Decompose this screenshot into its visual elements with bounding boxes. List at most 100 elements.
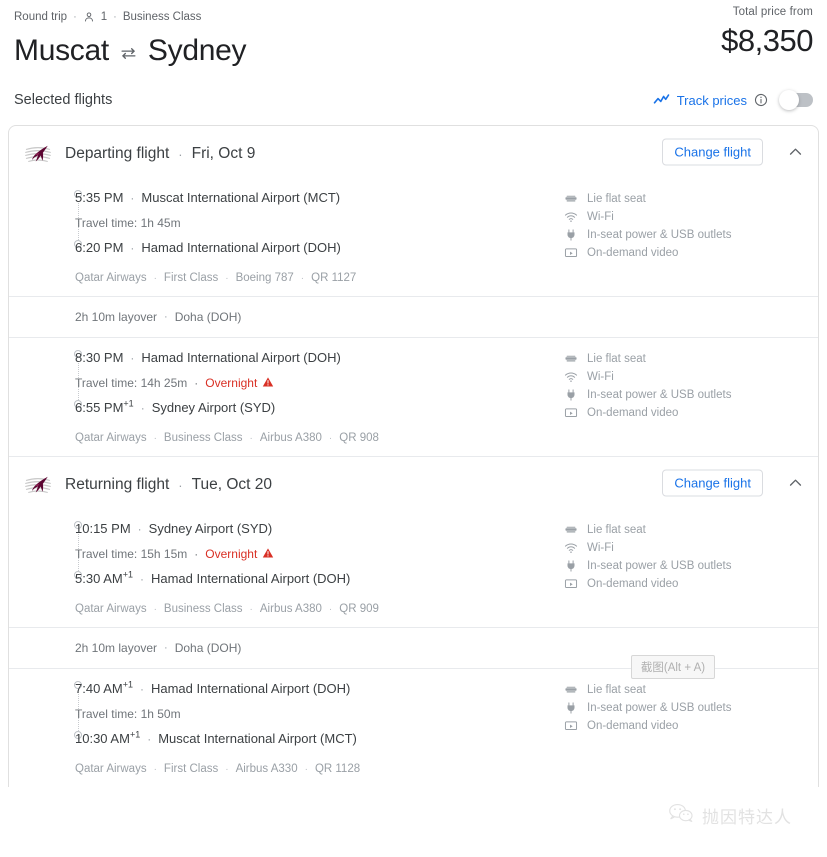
amenity-item: Lie flat seat <box>564 190 804 208</box>
next-day-indicator: +1 <box>129 729 141 740</box>
chevron-up-icon[interactable] <box>787 475 804 492</box>
leg-endpoint-row: 5:30 AM+1 · Hamad International Airport (D… <box>75 567 564 591</box>
amenity-item: In-seat power & USB outlets <box>564 386 804 404</box>
travel-time-label: Travel time: 1h 50m <box>75 707 181 721</box>
arrival-airport: Hamad International Airport (DOH) <box>150 571 351 586</box>
lie-flat-seat-icon <box>564 192 578 206</box>
arrival-time: 6:20 PM <box>75 240 124 255</box>
amenities-list: Lie flat seat Wi-Fi In-seat power & USB ou… <box>564 346 804 444</box>
flight-leg: 10:15 PM · Sydney Airport (SYD) Travel time… <box>9 509 818 627</box>
leg-details: 10:15 PM · Sydney Airport (SYD) Travel time… <box>23 517 564 615</box>
total-price-block: Total price from $8,350 <box>721 6 813 61</box>
returning-flight-section: Returning flight · Tue, Oct 20 Change fligh… <box>9 456 818 787</box>
qatar-airways-logo <box>23 139 53 169</box>
airline-name: Qatar Airways <box>75 272 147 284</box>
separator: · <box>194 376 199 390</box>
watermark: 抛因特达人 <box>668 802 792 829</box>
track-prices-toggle[interactable] <box>779 90 813 110</box>
lie-flat-seat-icon <box>564 523 578 537</box>
travel-time-row: Travel time: 15h 15m · Overnight <box>75 541 564 567</box>
trip-type-label: Round trip <box>14 11 68 23</box>
cabin-class: Business Class <box>163 432 243 444</box>
departure-time: 10:15 PM <box>75 521 131 536</box>
layover-duration: 2h 10m layover <box>75 641 158 655</box>
separator: · <box>113 11 117 23</box>
track-prices-control[interactable]: Track prices <box>653 90 813 110</box>
route-title: Muscat Sydney <box>14 31 813 71</box>
flight-meta-row: Qatar Airways · Business Class · Airbus A380… <box>75 432 564 444</box>
video-screen-icon <box>564 246 578 260</box>
info-circle-icon[interactable] <box>754 93 768 107</box>
amenity-label: In-seat power & USB outlets <box>587 229 732 241</box>
departure-airport: Sydney Airport (SYD) <box>148 521 273 536</box>
flight-leg: 5:35 PM · Muscat International Airport (MC… <box>9 178 818 296</box>
arrival-airport: Hamad International Airport (DOH) <box>141 240 341 255</box>
cabin-class: First Class <box>163 272 219 284</box>
departure-time: 5:35 PM <box>75 190 124 205</box>
aircraft-type: Boeing 787 <box>235 272 294 284</box>
destination-city: Sydney <box>147 34 247 67</box>
amenity-label: Lie flat seat <box>587 193 646 205</box>
track-prices-label[interactable]: Track prices <box>677 93 747 108</box>
overnight-label: Overnight <box>205 547 258 561</box>
airline-name: Qatar Airways <box>75 763 147 775</box>
chevron-up-icon[interactable] <box>787 144 804 161</box>
selected-flights-label: Selected flights <box>14 92 113 108</box>
departure-time: 7:40 AM+1 <box>75 679 133 696</box>
section-header: Departing flight · Fri, Oct 9 Change flight <box>9 126 818 178</box>
departure-time: 8:30 PM <box>75 350 124 365</box>
departure-airport: Hamad International Airport (DOH) <box>141 350 341 365</box>
cabin-class: Business Class <box>163 603 243 615</box>
flight-number: QR 1128 <box>314 763 361 775</box>
leg-endpoint-row: 10:15 PM · Sydney Airport (SYD) <box>75 517 564 541</box>
amenity-item: Wi-Fi <box>564 208 804 226</box>
amenity-item: On-demand video <box>564 404 804 422</box>
passenger-count: 1 <box>100 11 108 23</box>
amenity-item: On-demand video <box>564 575 804 593</box>
flight-direction-label: Returning flight <box>65 476 170 493</box>
separator: · <box>153 272 157 284</box>
amenity-label: Lie flat seat <box>587 353 646 365</box>
separator: · <box>130 191 135 205</box>
lie-flat-seat-icon <box>564 352 578 366</box>
change-flight-button[interactable]: Change flight <box>662 469 763 497</box>
separator: · <box>147 732 152 746</box>
amenity-label: In-seat power & USB outlets <box>587 389 732 401</box>
flight-leg: 7:40 AM+1 · Hamad International Airport (D… <box>9 669 818 787</box>
price-label: Total price from <box>732 6 813 18</box>
separator: · <box>300 272 305 284</box>
amenities-list: Lie flat seat Wi-Fi In-seat power & USB ou… <box>564 517 804 615</box>
separator: · <box>178 146 183 162</box>
amenity-label: On-demand video <box>587 407 679 419</box>
separator: · <box>328 603 333 615</box>
overnight-warning: Overnight <box>205 547 274 562</box>
amenity-label: In-seat power & USB outlets <box>587 702 732 714</box>
flight-date-label: Fri, Oct 9 <box>191 145 256 162</box>
arrival-time: 5:30 AM+1 <box>75 569 133 586</box>
section-title: Returning flight · Tue, Oct 20 <box>65 476 272 494</box>
airline-name: Qatar Airways <box>75 432 147 444</box>
amenity-label: On-demand video <box>587 247 679 259</box>
person-icon <box>83 11 95 23</box>
leg-endpoint-row: 8:30 PM · Hamad International Airport (DOH… <box>75 346 564 370</box>
leg-endpoint-row: 7:40 AM+1 · Hamad International Airport (D… <box>75 677 564 701</box>
flight-date-label: Tue, Oct 20 <box>191 476 273 493</box>
separator: · <box>225 763 229 775</box>
trip-summary: Round trip · 1 · Business Class <box>14 8 813 26</box>
layover-row: 2h 10m layover · Doha (DOH) <box>9 296 818 338</box>
amenity-label: In-seat power & USB outlets <box>587 560 732 572</box>
screenshot-tooltip: 截图(Alt + A) <box>631 655 715 679</box>
amenity-item: Lie flat seat <box>564 681 804 699</box>
wifi-icon <box>564 541 578 555</box>
travel-time-label: Travel time: 14h 25m <box>75 376 188 390</box>
travel-time-row: Travel time: 1h 50m <box>75 701 564 727</box>
airline-name: Qatar Airways <box>75 603 147 615</box>
change-flight-button[interactable]: Change flight <box>662 138 763 166</box>
leg-details: 7:40 AM+1 · Hamad International Airport (D… <box>23 677 564 775</box>
power-plug-icon <box>564 228 578 242</box>
price-value: $8,350 <box>721 23 813 58</box>
leg-details: 5:35 PM · Muscat International Airport (MC… <box>23 186 564 284</box>
amenity-item: On-demand video <box>564 244 804 262</box>
wifi-icon <box>564 210 578 224</box>
layover-airport: Doha (DOH) <box>174 310 242 324</box>
